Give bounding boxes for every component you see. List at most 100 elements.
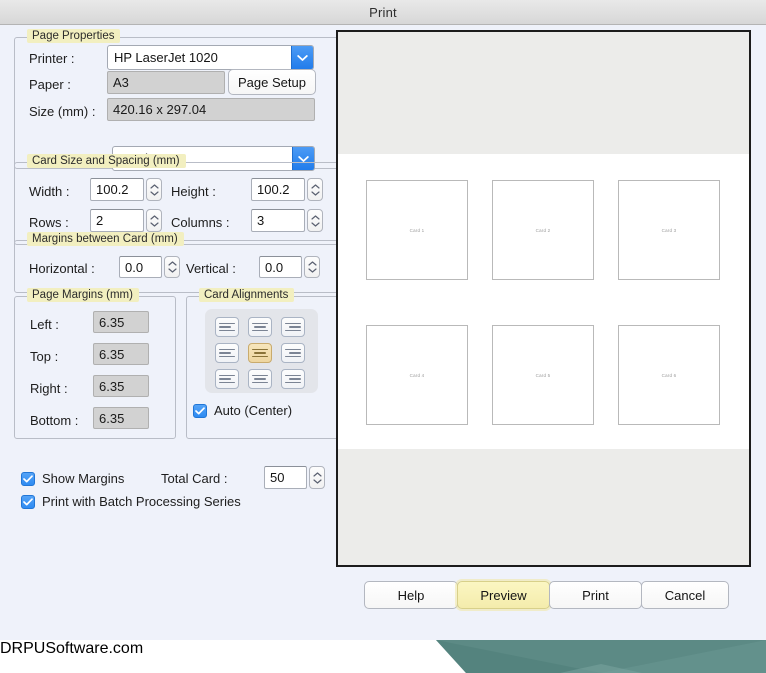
stepper-up-icon[interactable]	[307, 261, 317, 266]
print-button-label: Print	[582, 587, 609, 603]
total-card-value: 50	[270, 470, 285, 485]
chevron-down-icon[interactable]	[291, 46, 313, 69]
show-margins-checkbox-row[interactable]: Show Margins	[21, 471, 124, 486]
width-label: Width :	[29, 184, 70, 199]
stepper-down-icon[interactable]	[312, 478, 322, 484]
preview-card: Card 4	[366, 325, 468, 425]
size-label: Size (mm) :	[29, 104, 96, 119]
window-titlebar: Print	[0, 0, 766, 25]
height-value: 100.2	[257, 182, 290, 197]
stepper-down-icon[interactable]	[310, 221, 320, 227]
auto-center-checkbox[interactable]	[193, 403, 207, 418]
paper-value-text: A3	[113, 75, 129, 90]
height-label: Height :	[171, 184, 216, 199]
help-button-label: Help	[397, 587, 425, 603]
rows-stepper[interactable]	[146, 209, 162, 232]
rows-input[interactable]: 2	[90, 209, 144, 232]
stepper-up-icon[interactable]	[310, 214, 320, 220]
vertical-value: 0.0	[265, 259, 284, 275]
preview-card-label: Card 4	[409, 372, 425, 378]
auto-center-checkbox-row[interactable]: Auto (Center)	[193, 403, 292, 418]
total-card-stepper[interactable]	[309, 466, 325, 489]
columns-stepper[interactable]	[307, 209, 323, 232]
stepper-up-icon[interactable]	[310, 183, 320, 189]
align-bottom-right-button[interactable]	[281, 369, 305, 389]
show-margins-label: Show Margins	[42, 471, 125, 486]
preview-card-label: Card 2	[535, 227, 551, 233]
preview-button[interactable]: Preview	[457, 581, 550, 609]
paper-value: A3	[107, 71, 225, 94]
size-value: 420.16 x 297.04	[107, 98, 315, 121]
horizontal-input[interactable]: 0.0	[119, 256, 162, 278]
align-top-center-button[interactable]	[248, 317, 272, 337]
preview-card-label: Card 1	[409, 227, 425, 233]
width-value: 100.2	[96, 182, 129, 197]
total-card-input[interactable]: 50	[264, 466, 307, 489]
align-top-right-button[interactable]	[281, 317, 305, 337]
vertical-input[interactable]: 0.0	[259, 256, 302, 278]
preview-card: Card 5	[492, 325, 594, 425]
left-margin-input[interactable]: 6.35	[93, 311, 149, 333]
horizontal-stepper[interactable]	[164, 256, 180, 278]
width-stepper[interactable]	[146, 178, 162, 201]
vertical-stepper[interactable]	[304, 256, 320, 278]
align-middle-right-button[interactable]	[281, 343, 305, 363]
stepper-up-icon[interactable]	[167, 261, 177, 266]
right-margin-input[interactable]: 6.35	[93, 375, 149, 397]
height-stepper[interactable]	[307, 178, 323, 201]
columns-value: 3	[257, 213, 265, 228]
help-button[interactable]: Help	[364, 581, 458, 609]
card-alignments-title: Card Alignments	[199, 288, 295, 302]
batch-processing-checkbox[interactable]	[21, 494, 35, 509]
print-button[interactable]: Print	[549, 581, 642, 609]
print-preview-panel[interactable]: Card 1 Card 2 Card 3 Card 4 Card 5 Card 6	[336, 30, 751, 567]
align-bottom-center-button[interactable]	[248, 369, 272, 389]
auto-center-label: Auto (Center)	[214, 403, 293, 418]
columns-label: Columns :	[171, 215, 230, 230]
batch-processing-label: Print with Batch Processing Series	[42, 494, 241, 509]
preview-card-label: Card 3	[661, 227, 677, 233]
stepper-down-icon[interactable]	[167, 268, 177, 273]
stepper-up-icon[interactable]	[312, 471, 322, 477]
stepper-up-icon[interactable]	[149, 183, 159, 189]
preview-card: Card 2	[492, 180, 594, 280]
align-bottom-left-button[interactable]	[215, 369, 239, 389]
align-middle-center-button[interactable]	[248, 343, 272, 363]
horizontal-value: 0.0	[125, 259, 144, 275]
printer-select[interactable]: HP LaserJet 1020	[107, 45, 314, 70]
right-margin-label: Right :	[30, 381, 68, 396]
cancel-button[interactable]: Cancel	[641, 581, 729, 609]
top-margin-input[interactable]: 6.35	[93, 343, 149, 365]
preview-button-label: Preview	[480, 587, 527, 603]
size-value-text: 420.16 x 297.04	[113, 102, 207, 117]
paper-label: Paper :	[29, 77, 71, 92]
stepper-down-icon[interactable]	[149, 221, 159, 227]
bottom-margin-label: Bottom :	[30, 413, 79, 428]
horizontal-label: Horizontal :	[29, 261, 95, 276]
vertical-label: Vertical :	[186, 261, 236, 276]
preview-card-label: Card 5	[535, 372, 551, 378]
page-setup-button[interactable]: Page Setup	[228, 69, 316, 95]
align-top-left-button[interactable]	[215, 317, 239, 337]
print-dialog-window: Print Page Properties Printer : HP Laser…	[0, 0, 766, 673]
width-input[interactable]: 100.2	[90, 178, 144, 201]
window-title: Print	[369, 4, 397, 20]
rows-label: Rows :	[29, 215, 69, 230]
align-middle-left-button[interactable]	[215, 343, 239, 363]
total-card-label: Total Card :	[161, 471, 228, 486]
card-alignments-grid[interactable]	[215, 317, 305, 389]
footer: DRPUSoftware.com	[0, 640, 766, 673]
printer-select-value: HP LaserJet 1020	[114, 50, 218, 65]
columns-input[interactable]: 3	[251, 209, 305, 232]
bottom-margin-input[interactable]: 6.35	[93, 407, 149, 429]
batch-processing-checkbox-row[interactable]: Print with Batch Processing Series	[21, 494, 241, 509]
page-setup-label: Page Setup	[238, 74, 306, 90]
stepper-down-icon[interactable]	[149, 190, 159, 196]
height-input[interactable]: 100.2	[251, 178, 305, 201]
bottom-margin-value: 6.35	[99, 410, 125, 426]
brand-ribbon-icon	[436, 640, 766, 673]
show-margins-checkbox[interactable]	[21, 471, 35, 486]
stepper-up-icon[interactable]	[149, 214, 159, 220]
stepper-down-icon[interactable]	[307, 268, 317, 273]
stepper-down-icon[interactable]	[310, 190, 320, 196]
